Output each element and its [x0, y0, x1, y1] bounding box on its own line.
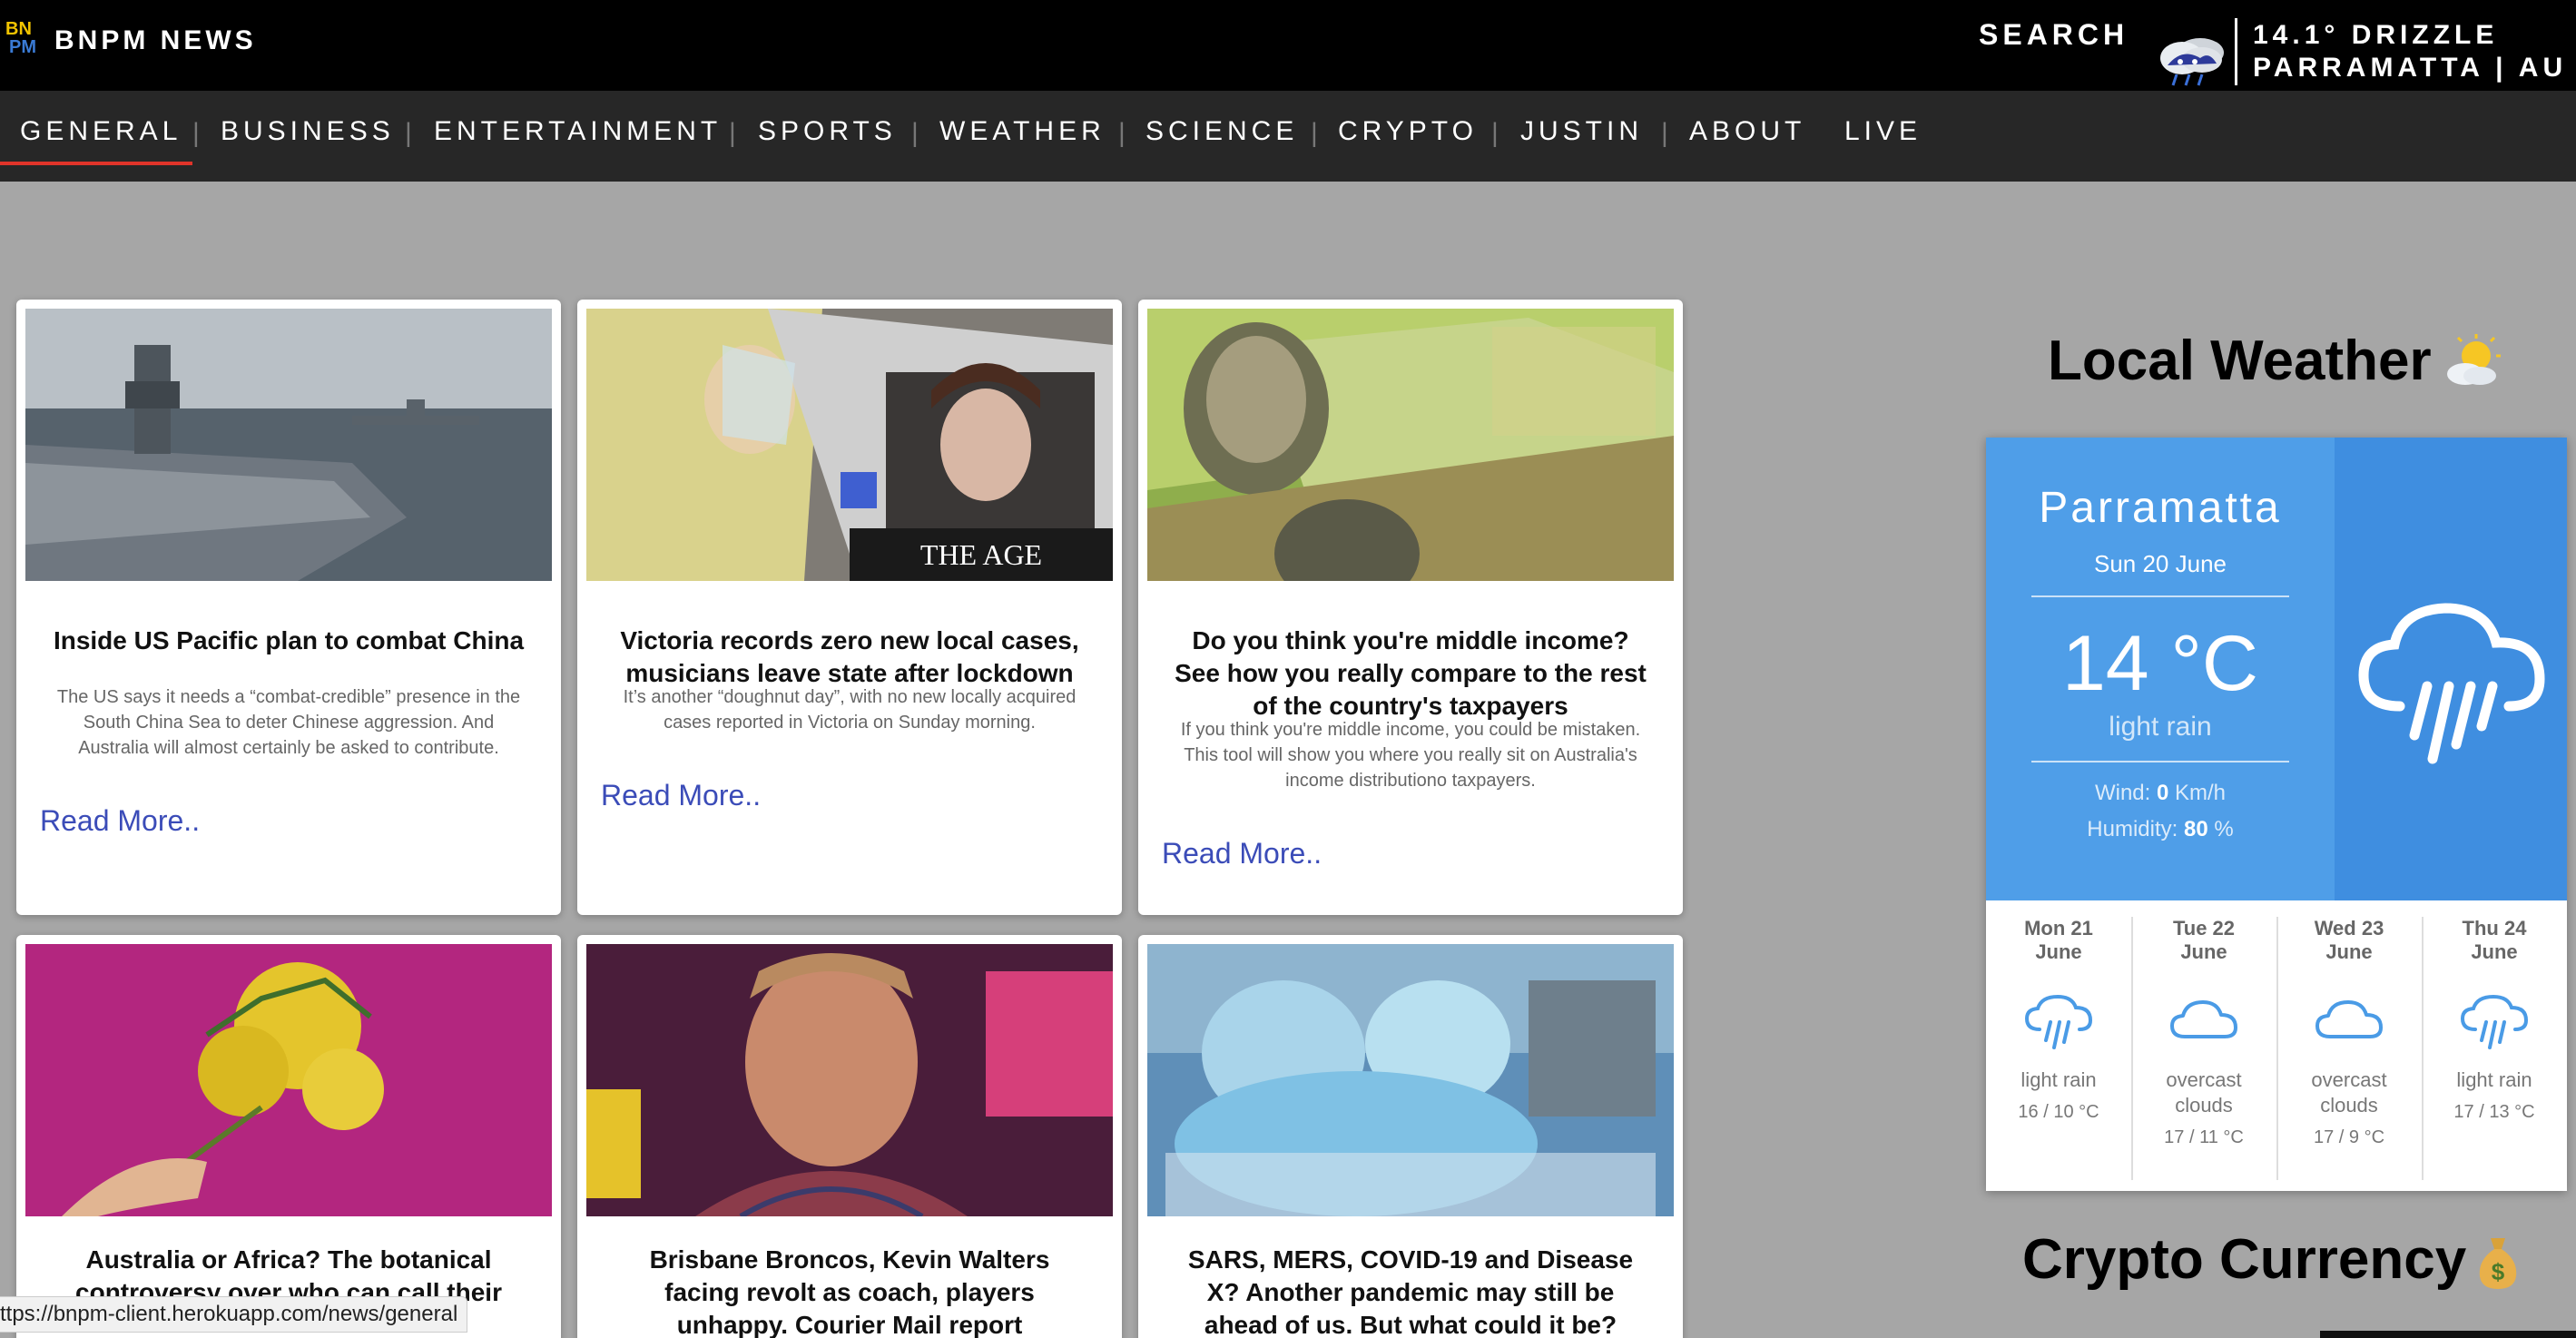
- bnpm-logo[interactable]: BN PM: [5, 18, 47, 54]
- cloud-icon: [2170, 1000, 2237, 1038]
- forecast-month-label: June: [2325, 940, 2373, 963]
- active-tab-indicator: [0, 162, 192, 165]
- forecast-month-label: June: [2471, 940, 2518, 963]
- weather-date: Sun 20 June: [2093, 550, 2227, 577]
- nav-separator: |: [1311, 118, 1318, 148]
- header-weather-location: PARRAMATTA | AU: [2253, 53, 2568, 83]
- link-status-bar: ttps://bnpm-client.herokuapp.com/news/ge…: [0, 1296, 468, 1333]
- weather-divider: [2031, 595, 2289, 597]
- svg-text:BN: BN: [5, 19, 32, 39]
- weather-humidity: Humidity: 80 %: [2087, 817, 2234, 841]
- nav-separator: |: [405, 118, 412, 148]
- article-title[interactable]: Do you think you're middle income? See h…: [1175, 625, 1647, 723]
- forecast-day: Tue 22 June overcast clouds 17 / 11 °C: [2131, 917, 2276, 1180]
- rain-icon: [2024, 994, 2093, 1049]
- image-caption: THE AGE: [920, 538, 1042, 571]
- news-card[interactable]: THE AGE Victoria records zero new local …: [577, 300, 1122, 915]
- weather-divider: [2031, 761, 2289, 762]
- weather-wind: Wind: 0 Km/h: [2094, 781, 2227, 805]
- header-divider: [2235, 18, 2237, 85]
- forecast-description: clouds: [2175, 1094, 2233, 1117]
- nav-weather[interactable]: WEATHER: [939, 116, 1106, 147]
- nav-business[interactable]: BUSINESS: [221, 116, 395, 147]
- nav-general[interactable]: GENERAL: [20, 116, 182, 147]
- article-image-coach[interactable]: [586, 944, 1113, 1216]
- read-more-link[interactable]: Read More..: [601, 779, 761, 812]
- nav-about[interactable]: ABOUT: [1689, 116, 1805, 147]
- weather-widget: Parramatta Sun 20 June 14 °C light rain …: [1986, 438, 2567, 1191]
- forecast-temp-range: 17 / 9 °C: [2313, 1127, 2385, 1147]
- article-image-banknotes[interactable]: [1147, 309, 1674, 581]
- weather-city: Parramatta: [2039, 484, 2282, 532]
- forecast-description: overcast: [2311, 1068, 2387, 1091]
- search-link[interactable]: SEARCH: [1979, 18, 2129, 52]
- article-title[interactable]: Inside US Pacific plan to combat China: [53, 625, 525, 657]
- article-image-wattle[interactable]: [25, 944, 552, 1216]
- news-card[interactable]: Brisbane Broncos, Kevin Walters facing r…: [577, 935, 1122, 1338]
- nav-separator: |: [1491, 118, 1499, 148]
- forecast-temp-range: 17 / 11 °C: [2164, 1127, 2244, 1147]
- forecast-description: overcast: [2166, 1068, 2242, 1091]
- forecast-month-label: June: [2035, 940, 2082, 963]
- forecast-description: light rain: [2456, 1068, 2532, 1091]
- forecast-month-label: June: [2180, 940, 2227, 963]
- local-weather-heading: Local Weather: [2048, 330, 2432, 392]
- article-title[interactable]: Victoria records zero new local cases, m…: [614, 625, 1086, 690]
- nav-live[interactable]: LIVE: [1844, 116, 1922, 147]
- cloud-icon: [2315, 1000, 2383, 1038]
- forecast-day-label: Wed 23: [2314, 917, 2384, 940]
- forecast-day-label: Tue 22: [2172, 917, 2236, 940]
- nav-science[interactable]: SCIENCE: [1145, 116, 1298, 147]
- nav-separator: |: [192, 118, 200, 148]
- header-weather-temp: 14.1° DRIZZLE: [2253, 20, 2499, 50]
- forecast-description: clouds: [2320, 1094, 2378, 1117]
- weather-current-panel: Parramatta Sun 20 June 14 °C light rain …: [1986, 438, 2567, 900]
- article-image-warship[interactable]: [25, 309, 552, 581]
- read-more-link[interactable]: Read More..: [40, 804, 200, 838]
- news-card[interactable]: SARS, MERS, COVID-19 and Disease X? Anot…: [1138, 935, 1683, 1338]
- nav-entertainment[interactable]: ENTERTAINMENT: [434, 116, 722, 147]
- article-title[interactable]: Brisbane Broncos, Kevin Walters facing r…: [614, 1244, 1086, 1338]
- svg-text:PM: PM: [9, 37, 36, 54]
- article-image-icu[interactable]: [1147, 944, 1674, 1216]
- category-nav: GENERAL | BUSINESS | ENTERTAINMENT | SPO…: [0, 91, 2576, 182]
- news-card[interactable]: Inside US Pacific plan to combat China T…: [16, 300, 561, 915]
- weather-description: light rain: [2109, 712, 2212, 742]
- money-bag-icon: $: [2479, 1238, 2517, 1289]
- crypto-table-top: [2320, 1331, 2576, 1338]
- rain-icon: [2460, 994, 2529, 1049]
- article-description: The US says it needs a “combat-credible”…: [56, 687, 521, 758]
- rain-icon: [2358, 603, 2545, 764]
- svg-text:$: $: [2492, 1258, 2505, 1285]
- forecast-day: Wed 23 June overcast clouds 17 / 9 °C: [2276, 917, 2422, 1180]
- read-more-link[interactable]: Read More..: [1162, 837, 1322, 871]
- news-card[interactable]: Do you think you're middle income? See h…: [1138, 300, 1683, 915]
- weather-temperature: 14 °C: [2061, 620, 2259, 707]
- article-description: If you think you're middle income, you c…: [1180, 720, 1641, 791]
- nav-separator: |: [911, 118, 919, 148]
- nav-justin[interactable]: JUSTIN: [1520, 116, 1643, 147]
- forecast-description: light rain: [2020, 1068, 2097, 1091]
- top-bar: BN PM BNPM NEWS SEARCH 14.1° DRIZZLE PAR…: [0, 0, 2576, 91]
- nav-sports[interactable]: SPORTS: [758, 116, 897, 147]
- brand-name[interactable]: BNPM NEWS: [54, 25, 257, 56]
- forecast-day: Thu 24 June light rain 17 / 13 °C: [2422, 917, 2567, 1180]
- forecast-day-label: Thu 24: [2462, 917, 2527, 940]
- nav-separator: |: [729, 118, 736, 148]
- forecast-temp-range: 17 / 13 °C: [2453, 1102, 2535, 1122]
- crypto-currency-heading: Crypto Currency: [2022, 1228, 2467, 1291]
- sun-behind-cloud-icon: [2447, 334, 2501, 385]
- forecast-day-label: Mon 21: [2024, 917, 2093, 940]
- forecast-day: Mon 21 June light rain 16 / 10 °C: [1986, 917, 2131, 1180]
- nav-separator: |: [1118, 118, 1126, 148]
- nav-separator: |: [1661, 118, 1668, 148]
- nav-crypto[interactable]: CRYPTO: [1338, 116, 1478, 147]
- news-card[interactable]: Australia or Africa? The botanical contr…: [16, 935, 561, 1338]
- article-image-covid-test[interactable]: THE AGE: [586, 309, 1113, 581]
- forecast-temp-range: 16 / 10 °C: [2018, 1102, 2099, 1122]
- article-title[interactable]: SARS, MERS, COVID-19 and Disease X? Anot…: [1175, 1244, 1647, 1338]
- rain-cloud-icon: [2160, 38, 2224, 86]
- article-description: It’s another “doughnut day”, with no new…: [623, 687, 1077, 733]
